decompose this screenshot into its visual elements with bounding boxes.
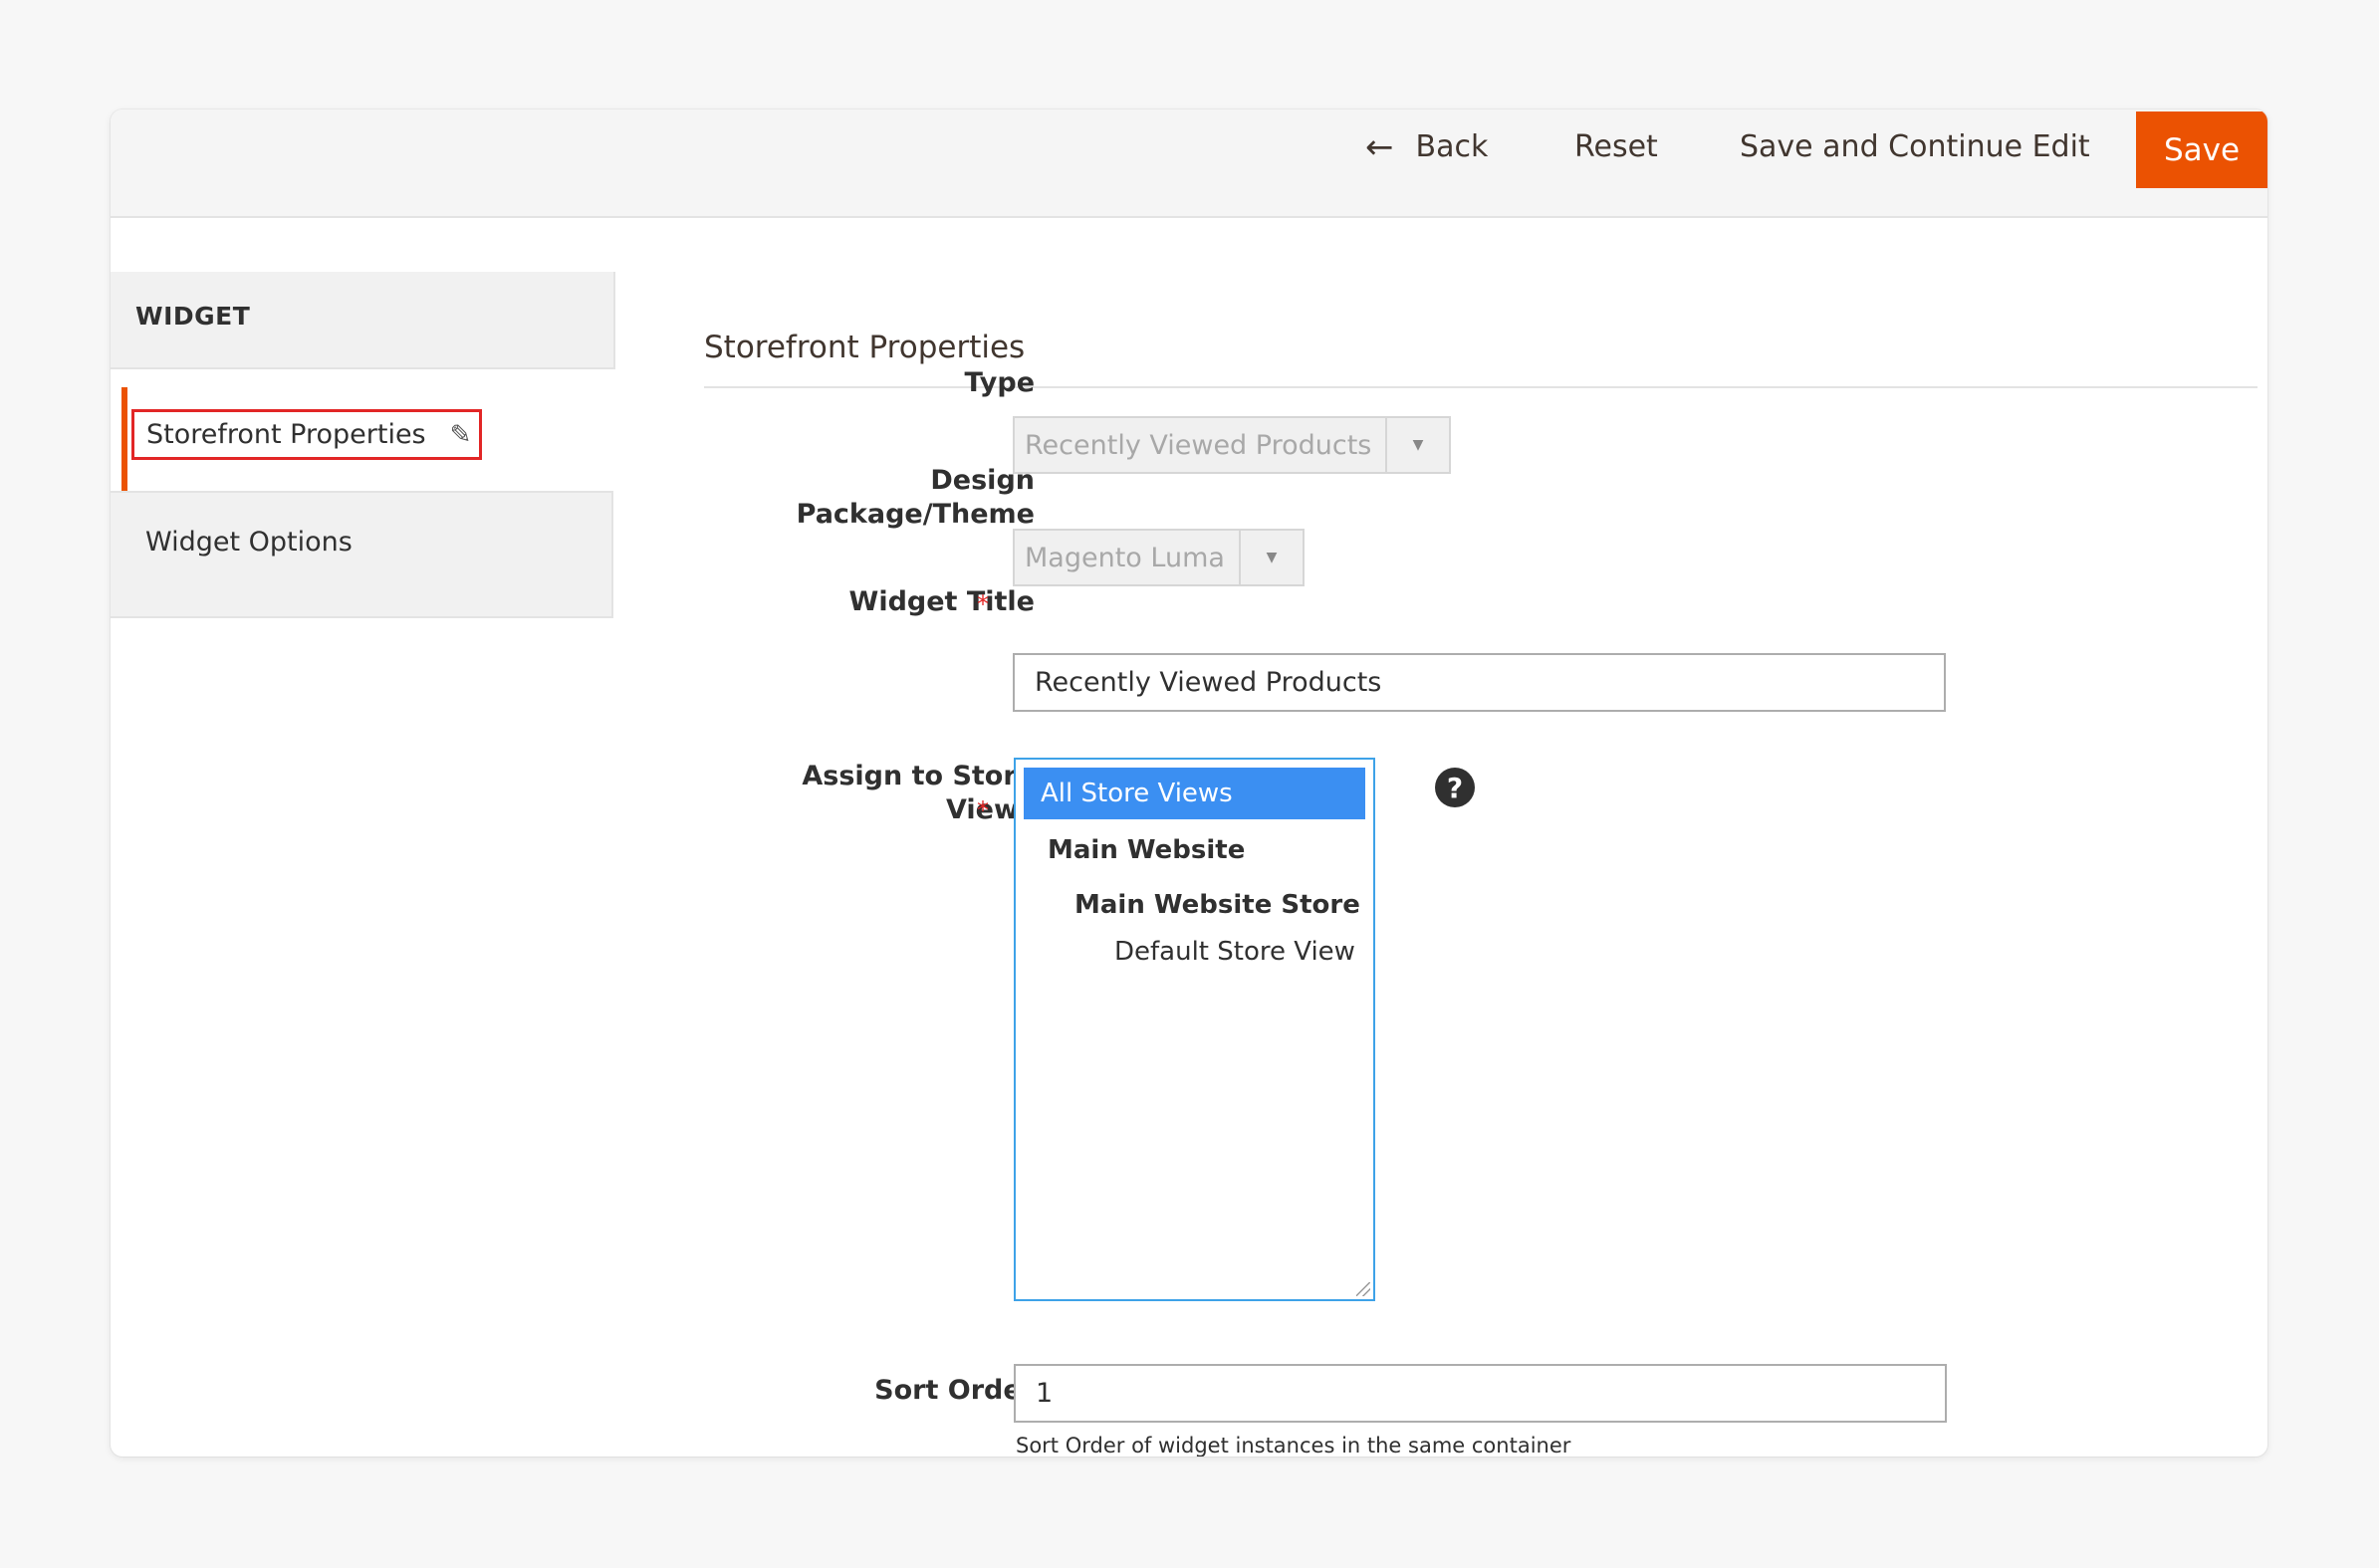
- chevron-down-icon: ▼: [1385, 418, 1449, 472]
- highlight-box: Storefront Properties ✎: [131, 409, 482, 460]
- sidebar-item-label: Storefront Properties: [146, 419, 426, 450]
- sidebar-item-widget-options[interactable]: Widget Options: [111, 491, 613, 618]
- store-views-multiselect[interactable]: All Store Views Main Website Main Websit…: [1014, 758, 1375, 1301]
- save-button[interactable]: Save: [2136, 112, 2267, 188]
- store-view-option-selected[interactable]: All Store Views: [1024, 768, 1365, 819]
- section-title: Storefront Properties: [704, 330, 1026, 365]
- reset-button[interactable]: Reset: [1574, 110, 1658, 184]
- section-divider: [704, 386, 2258, 388]
- store-view-group-store: Main Website Store: [1074, 890, 1360, 920]
- save-and-continue-button[interactable]: Save and Continue Edit: [1740, 110, 2090, 184]
- store-views-label-line1: Assign to Store: [802, 761, 1035, 791]
- page-actions-toolbar: ← Back Reset Save and Continue Edit Save: [111, 110, 2267, 218]
- type-select[interactable]: Recently Viewed Products ▼: [1013, 416, 1451, 474]
- sort-order-note: Sort Order of widget instances in the sa…: [1016, 1434, 1571, 1456]
- back-button-label: Back: [1415, 129, 1489, 164]
- required-asterisk: *: [977, 590, 989, 618]
- type-label: Type: [964, 367, 1035, 398]
- design-theme-select[interactable]: Magento Luma ▼: [1013, 529, 1305, 586]
- pencil-icon: ✎: [449, 419, 472, 450]
- type-select-value: Recently Viewed Products: [1025, 429, 1372, 461]
- chevron-down-icon: ▼: [1239, 531, 1303, 584]
- design-theme-select-value: Magento Luma: [1025, 542, 1225, 573]
- design-theme-label: Design Package/Theme: [797, 464, 1035, 532]
- sort-order-input[interactable]: 1: [1014, 1364, 1947, 1423]
- sort-order-input-value: 1: [1036, 1378, 1054, 1409]
- sidebar-header: WIDGET: [111, 272, 615, 369]
- sidebar-item-label: Widget Options: [145, 527, 353, 558]
- widget-edit-panel: ← Back Reset Save and Continue Edit Save…: [111, 110, 2267, 1456]
- widget-title-input-value: Recently Viewed Products: [1035, 667, 1382, 698]
- back-button[interactable]: ← Back: [1365, 110, 1488, 184]
- sort-order-label: Sort Order: [874, 1375, 1035, 1406]
- store-view-group-website: Main Website: [1048, 835, 1246, 865]
- sidebar-title: WIDGET: [135, 302, 251, 331]
- store-view-option-default[interactable]: Default Store View: [1114, 937, 1355, 967]
- widget-title-input[interactable]: Recently Viewed Products: [1013, 653, 1946, 712]
- design-theme-label-line2: Package/Theme: [796, 499, 1035, 530]
- design-theme-label-line1: Design: [930, 465, 1035, 496]
- arrow-left-icon: ←: [1365, 126, 1394, 167]
- widget-title-label: Widget Title: [848, 586, 1035, 617]
- required-asterisk: *: [977, 796, 989, 824]
- help-icon[interactable]: ?: [1435, 768, 1475, 807]
- store-views-label-line2: Views: [945, 794, 1035, 825]
- sidebar-item-storefront-properties[interactable]: Storefront Properties ✎: [121, 387, 619, 491]
- resize-handle[interactable]: [1356, 1282, 1370, 1296]
- store-views-label: Assign to Store Views: [802, 760, 1035, 827]
